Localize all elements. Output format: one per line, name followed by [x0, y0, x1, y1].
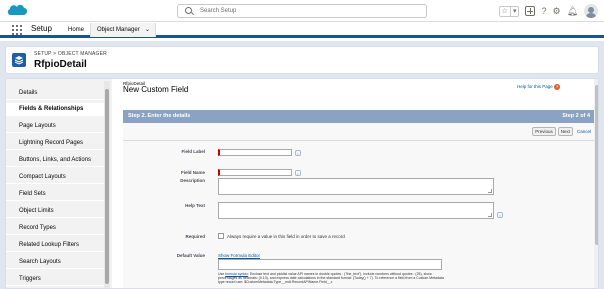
tab-object-manager-label: Object Manager [97, 27, 140, 33]
sidebar-item-record-types[interactable]: Record Types [6, 222, 104, 235]
search-placeholder: Search Setup [200, 8, 237, 14]
formula-hint-body: : Enclose text and picklist value API na… [218, 272, 444, 284]
page-title: RfpioDetail [34, 59, 87, 70]
required-label: Required [185, 234, 205, 239]
cancel-link[interactable]: Cancel [577, 129, 591, 134]
sidebar-item-buttons-links-actions[interactable]: Buttons, Links, and Actions [6, 154, 104, 167]
favorites-star-icon[interactable]: ☆ [500, 7, 510, 16]
default-value-label: Default Value [176, 253, 205, 258]
field-name-info-icon[interactable]: i [295, 170, 301, 176]
object-sidebar: Details Fields & Relationships Page Layo… [6, 79, 112, 288]
help-text-label: Help Text [185, 203, 205, 208]
sidebar-scrollbar[interactable] [104, 81, 110, 288]
app-name: Setup [31, 24, 52, 33]
global-add-icon[interactable] [525, 6, 536, 16]
formula-hint-text: Use formula syntax: Enclose text and pic… [218, 272, 448, 284]
sidebar-item-page-layouts[interactable]: Page Layouts [6, 120, 104, 133]
setup-gear-icon[interactable]: ⚙ [552, 4, 560, 18]
global-header: Search Setup ☆ ▾ ? ⚙ 🔔︎ [0, 0, 604, 22]
sidebar-item-related-lookup-filters[interactable]: Related Lookup Filters [6, 239, 104, 252]
field-details-form: Previous Next Cancel Field Label i Field… [123, 123, 595, 288]
field-name-label: Field Name [180, 170, 205, 175]
help-for-page-label[interactable]: Help for this Page [517, 84, 553, 89]
chevron-down-icon[interactable]: ⌄ [145, 23, 150, 37]
next-button[interactable]: Next [557, 127, 573, 136]
tab-object-manager[interactable]: Object Manager ⌄ [90, 23, 156, 37]
required-description: Always require a value in this field in … [227, 234, 345, 239]
wizard-buttons: Previous Next Cancel [532, 127, 591, 136]
search-icon [185, 7, 192, 14]
sidebar-item-details[interactable]: Details [6, 87, 104, 100]
sidebar-item-field-sets[interactable]: Field Sets [6, 188, 104, 201]
search-input[interactable]: Search Setup [177, 4, 427, 18]
sidebar-item-fields-relationships[interactable]: Fields & Relationships [6, 103, 104, 116]
sidebar-item-triggers[interactable]: Triggers [6, 273, 104, 286]
app-nav-bar: Setup Home Object Manager ⌄ [0, 22, 604, 38]
sidebar-item-compact-layouts[interactable]: Compact Layouts [6, 171, 104, 184]
object-header: SETUP > OBJECT MANAGER RfpioDetail [5, 46, 599, 74]
favorites-dropdown-icon[interactable]: ▾ [509, 6, 519, 16]
sidebar-item-search-layouts[interactable]: Search Layouts [6, 256, 104, 269]
tab-home[interactable]: Home [62, 23, 90, 37]
field-label-info-icon[interactable]: i [295, 150, 301, 156]
default-value-input[interactable] [218, 259, 442, 270]
field-name-input[interactable] [218, 169, 292, 176]
notifications-bell-icon[interactable]: 🔔︎ [567, 4, 578, 18]
sidebar-item-object-limits[interactable]: Object Limits [6, 205, 104, 218]
form-title: New Custom Field [123, 85, 189, 94]
main-scrollbar[interactable] [594, 79, 598, 288]
content-panel: Details Fields & Relationships Page Layo… [5, 78, 599, 289]
previous-button[interactable]: Previous [532, 127, 556, 136]
main-scrollbar-thumb[interactable] [595, 85, 598, 245]
description-textarea[interactable] [218, 178, 494, 195]
help-for-page-link[interactable]: Help for this Page ? [517, 84, 561, 90]
app-launcher-icon[interactable] [12, 25, 22, 35]
field-label-label: Field Label [181, 149, 205, 154]
required-checkbox[interactable] [218, 233, 224, 239]
help-text-info-icon[interactable]: i [497, 212, 503, 218]
user-avatar-icon[interactable] [584, 4, 598, 18]
step-count: Step 2 of 4 [562, 113, 590, 119]
show-formula-editor-link[interactable]: Show Formula Editor [218, 253, 260, 258]
favorites-group: ☆ ▾ [498, 5, 520, 17]
form-divider [123, 140, 595, 141]
help-icon[interactable]: ? [541, 4, 546, 18]
object-layers-icon [12, 53, 26, 67]
step-header: Step 2. Enter the details Step 2 of 4 [123, 110, 595, 123]
sidebar-item-lightning-record-pages[interactable]: Lightning Record Pages [6, 137, 104, 150]
page-area: SETUP > OBJECT MANAGER RfpioDetail Detai… [0, 41, 604, 289]
help-text-textarea[interactable] [218, 202, 494, 219]
sidebar-scrollbar-thumb[interactable] [105, 89, 109, 284]
breadcrumb-text[interactable]: SETUP > OBJECT MANAGER [34, 51, 107, 57]
field-label-input[interactable] [218, 149, 292, 156]
step-title: Step 2. Enter the details [128, 113, 191, 119]
main-panel: RfpioDetail New Custom Field Help for th… [116, 79, 598, 288]
help-question-icon[interactable]: ? [554, 84, 561, 90]
description-label: Description [180, 178, 205, 183]
breadcrumb[interactable]: SETUP > OBJECT MANAGER [34, 51, 107, 57]
header-icons: ☆ ▾ ? ⚙ 🔔︎ [498, 4, 598, 18]
salesforce-logo[interactable] [6, 2, 28, 18]
